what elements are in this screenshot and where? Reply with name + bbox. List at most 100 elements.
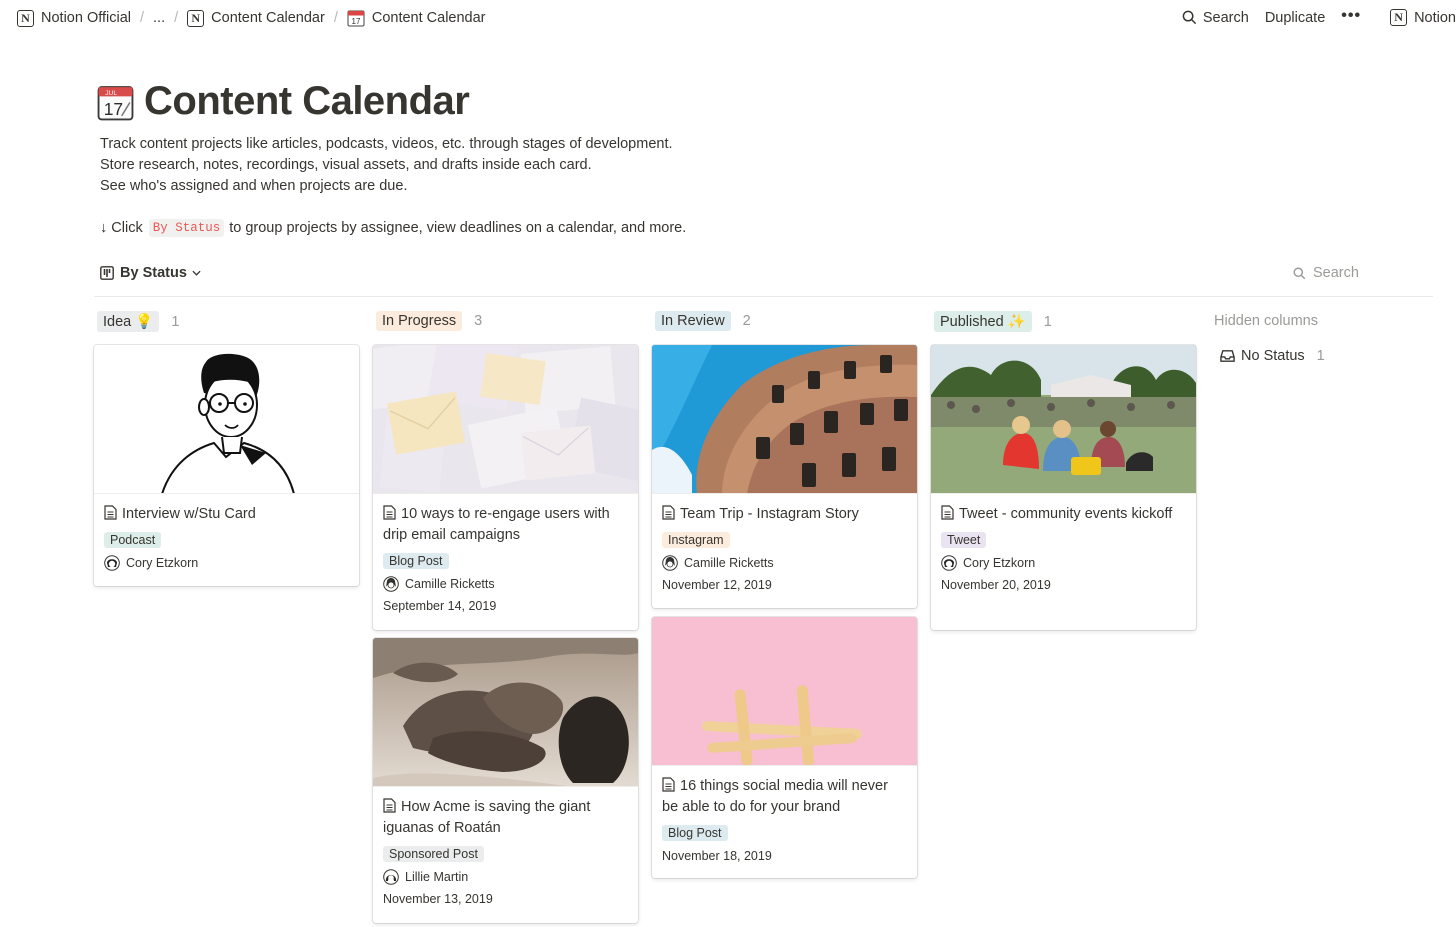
- column-tag: Idea 💡: [97, 311, 160, 332]
- notion-label: Notion: [1414, 9, 1456, 26]
- column-tag: In Review: [655, 311, 731, 331]
- notion-logo-icon: N: [17, 9, 34, 27]
- board-card[interactable]: Team Trip - Instagram Story Instagram Ca…: [652, 345, 917, 608]
- card-date: November 12, 2019: [662, 578, 772, 592]
- card-title-text: 16 things social media will never be abl…: [662, 778, 888, 815]
- portrait-illustration: [161, 353, 295, 493]
- card-assignee: Camille Ricketts: [662, 555, 907, 571]
- hidden-column-no-status[interactable]: No Status 1: [1220, 348, 1325, 364]
- description-line: See who's assigned and when projects are…: [100, 178, 408, 194]
- breadcrumb-item-content-calendar[interactable]: 17 Content Calendar: [347, 9, 486, 27]
- column-tag: Published ✨: [934, 311, 1032, 332]
- card-title: 16 things social media will never be abl…: [662, 776, 907, 818]
- avatar: [662, 555, 678, 571]
- card-title: Interview w/Stu Card: [104, 504, 349, 525]
- column-header-in-review[interactable]: In Review 2: [655, 311, 751, 331]
- page-icon: [941, 505, 954, 520]
- sparkles-icon: ✨: [1007, 314, 1026, 330]
- breadcrumb-item-notion-official[interactable]: N Notion Official: [17, 9, 131, 27]
- card-assignee: Cory Etzkorn: [104, 555, 349, 571]
- breadcrumb-separator: /: [140, 10, 145, 26]
- search-label: Search: [1202, 9, 1249, 26]
- card-date: November 18, 2019: [662, 849, 772, 863]
- page-icon: [104, 505, 117, 520]
- card-title-text: Interview w/Stu Card: [122, 506, 256, 522]
- board-search[interactable]: Search: [1293, 265, 1359, 281]
- card-tag: Blog Post: [383, 553, 449, 569]
- column-header-published[interactable]: Published ✨ 1: [934, 311, 1052, 332]
- card-date: November 13, 2019: [383, 892, 493, 906]
- search-icon: [1293, 266, 1306, 279]
- board-card[interactable]: 10 ways to re-engage users with drip ema…: [373, 345, 638, 630]
- iguanas-photo: [373, 638, 638, 786]
- assignee-name: Camille Ricketts: [405, 577, 495, 591]
- hint-suffix: to group projects by assignee, view dead…: [229, 220, 687, 236]
- avatar: [383, 869, 399, 885]
- hashtag-photo: [652, 617, 917, 765]
- view-divider: [94, 296, 1433, 297]
- chevron-down-icon: [192, 270, 201, 276]
- avatar: [383, 576, 399, 592]
- card-assignee: Cory Etzkorn: [941, 555, 1186, 571]
- more-options-button[interactable]: •••: [1341, 7, 1361, 25]
- board-card[interactable]: Tweet - community events kickoff Tweet C…: [931, 345, 1196, 630]
- hidden-columns-heading: Hidden columns: [1214, 313, 1318, 329]
- card-title-text: 10 ways to re-engage users with drip ema…: [383, 506, 610, 543]
- card-title-text: Tweet - community events kickoff: [959, 506, 1173, 522]
- hint-code: By Status: [148, 219, 225, 237]
- duplicate-button[interactable]: Duplicate: [1265, 10, 1325, 26]
- column-header-in-progress[interactable]: In Progress 3: [376, 311, 482, 331]
- card-date: September 14, 2019: [383, 599, 497, 613]
- board-card[interactable]: How Acme is saving the giant iguanas of …: [373, 638, 638, 923]
- notion-logo-icon: N: [1390, 9, 1408, 26]
- assignee-name: Cory Etzkorn: [126, 556, 199, 570]
- column-header-idea[interactable]: Idea 💡 1: [97, 311, 179, 332]
- description-line: Store research, notes, recordings, visua…: [100, 157, 592, 173]
- breadcrumb-label: Content Calendar: [211, 10, 325, 26]
- notion-logo-icon: N: [187, 9, 205, 27]
- breadcrumb-label: Content Calendar: [371, 10, 486, 26]
- calendar-icon[interactable]: JUL 17: [97, 84, 134, 121]
- card-date: November 20, 2019: [941, 578, 1051, 592]
- top-actions: Search Duplicate ••• N Notion: [1182, 7, 1456, 26]
- card-cover-building: [652, 345, 917, 494]
- search-button[interactable]: Search: [1182, 10, 1249, 26]
- top-bar: N Notion Official / ... / N Content Cale…: [0, 0, 1456, 38]
- avatar: [941, 555, 957, 571]
- breadcrumb-separator: /: [333, 10, 338, 26]
- page-icon: [662, 777, 675, 792]
- assignee-name: Cory Etzkorn: [963, 556, 1036, 570]
- card-tag: Podcast: [104, 532, 162, 548]
- building-photo: [652, 345, 917, 493]
- column-tag: In Progress: [376, 311, 463, 331]
- column-count: 2: [742, 313, 751, 329]
- column-label: Idea: [103, 314, 132, 330]
- breadcrumb-separator: /: [174, 10, 179, 26]
- column-label: Published: [940, 314, 1004, 330]
- hidden-column-count: 1: [1316, 348, 1325, 364]
- lightbulb-icon: 💡: [135, 314, 154, 330]
- svg-text:17: 17: [351, 17, 360, 26]
- view-switcher[interactable]: By Status: [100, 265, 207, 281]
- envelopes-photo: [373, 345, 638, 493]
- view-hint: ↓ Click By Status to group projects by a…: [100, 219, 686, 237]
- board-card[interactable]: 16 things social media will never be abl…: [652, 617, 917, 878]
- card-title: 10 ways to re-engage users with drip ema…: [383, 504, 628, 546]
- card-assignee: Lillie Martin: [383, 869, 628, 885]
- board-card[interactable]: Interview w/Stu Card Podcast Cory Etzkor…: [94, 345, 359, 586]
- board-view-icon: [100, 266, 114, 280]
- breadcrumb-item-content-calendar-parent[interactable]: N Content Calendar: [187, 9, 325, 27]
- page-title: Content Calendar: [144, 79, 470, 123]
- card-title: Tweet - community events kickoff: [941, 504, 1186, 525]
- calendar-icon: 17: [347, 10, 365, 27]
- card-title-text: How Acme is saving the giant iguanas of …: [383, 799, 591, 836]
- duplicate-label: Duplicate: [1264, 9, 1326, 26]
- card-title: How Acme is saving the giant iguanas of …: [383, 797, 628, 839]
- svg-text:17: 17: [104, 99, 123, 119]
- card-tag: Instagram: [662, 532, 730, 548]
- card-tag: Sponsored Post: [383, 846, 484, 862]
- breadcrumb-item-ellipsis[interactable]: ...: [153, 10, 165, 26]
- notion-button[interactable]: N Notion: [1390, 9, 1456, 26]
- view-label: By Status: [120, 265, 187, 281]
- breadcrumb: N Notion Official / ... / N Content Cale…: [17, 9, 486, 27]
